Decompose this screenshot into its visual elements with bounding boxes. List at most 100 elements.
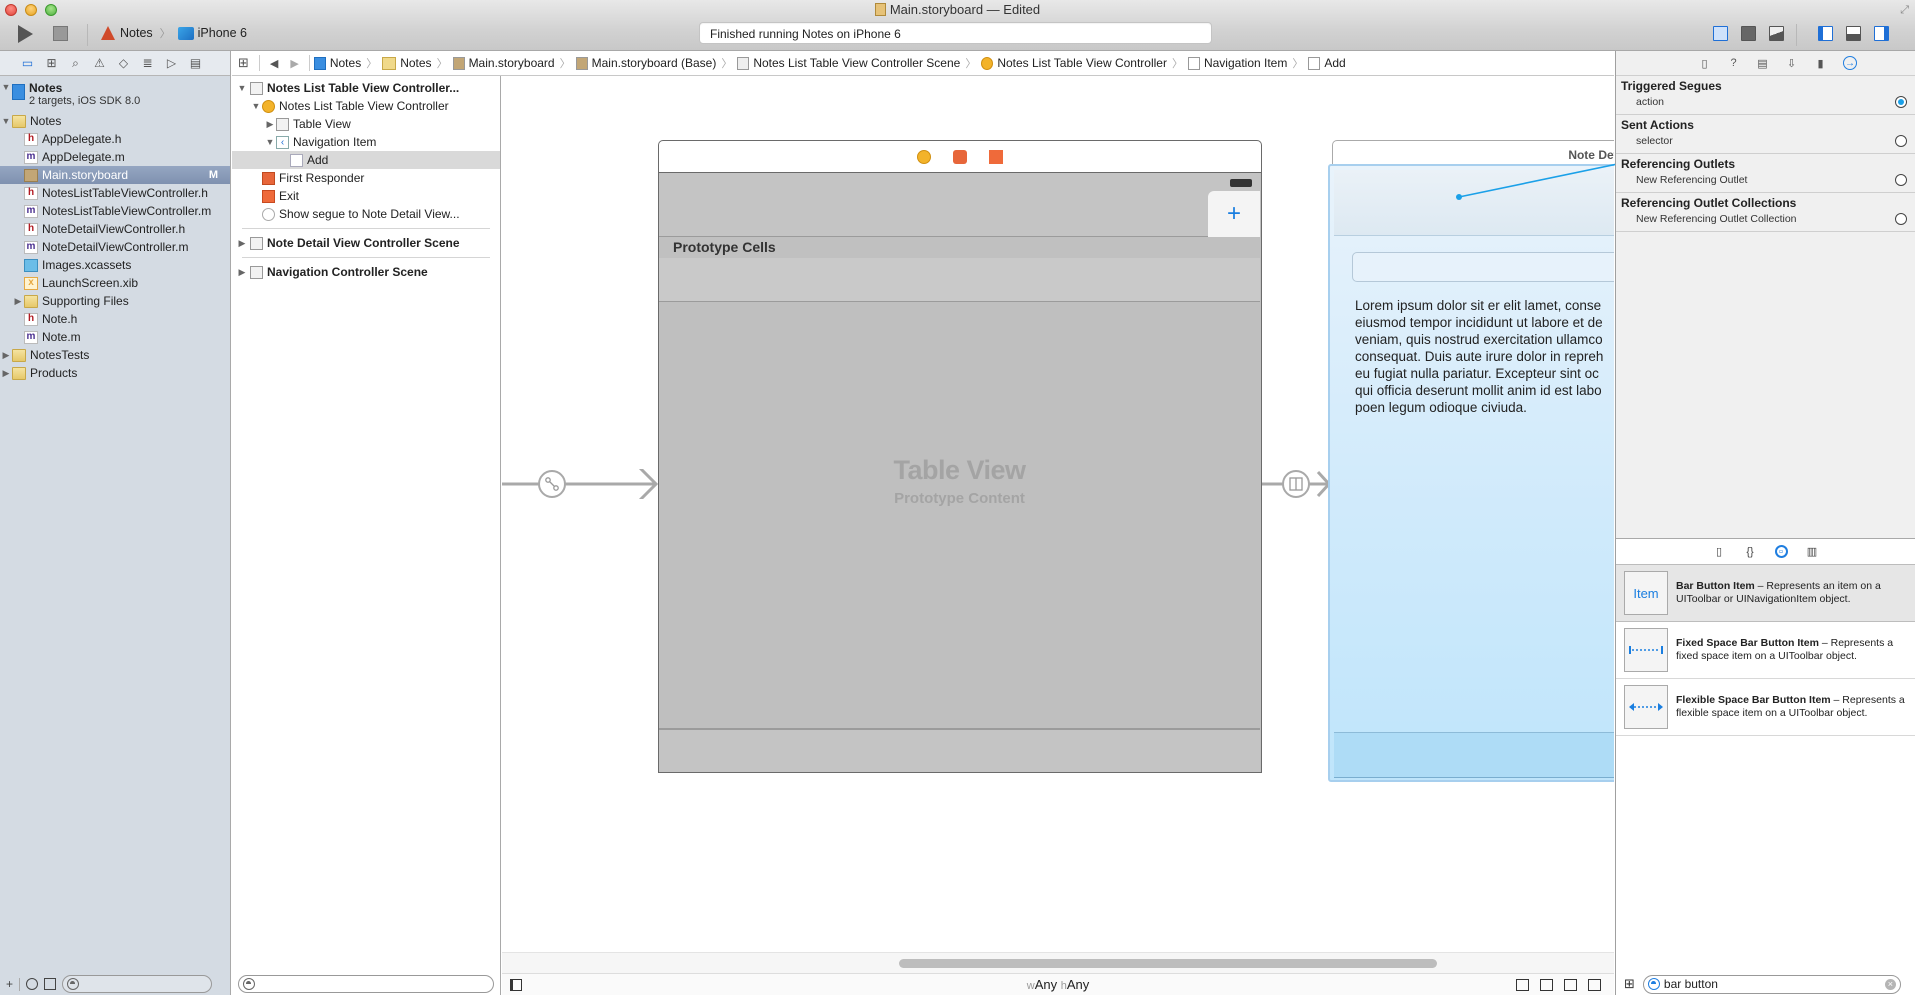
navigator-filter-field[interactable] [62,975,213,993]
scrollbar-thumb[interactable] [899,959,1437,968]
file-tree-item[interactable]: ▶ NotesTests [0,346,230,364]
breadcrumb-item[interactable]: Add [1308,56,1346,70]
file-tree-item[interactable]: h AppDelegate.h [0,130,230,148]
disclosure-closed-icon[interactable]: ▶ [264,119,276,130]
align-icon[interactable] [1540,979,1553,991]
outline-item[interactable]: Add [232,151,500,169]
view-controller-icon[interactable] [917,149,931,164]
relationship-segue-arrow[interactable] [502,469,658,499]
connection-well-icon[interactable] [1895,213,1907,225]
breadcrumb-item[interactable]: Notes List Table View Controller [981,56,1167,70]
disclosure-open-icon[interactable]: ▼ [236,83,248,93]
size-class-selector[interactable]: wAny hAny [502,977,1614,992]
library-item[interactable]: Fixed Space Bar Button Item – Represents… [1616,622,1915,679]
library-search-field[interactable]: × [1642,974,1901,994]
fullscreen-icon[interactable]: ⤢ [1900,4,1909,17]
pin-icon[interactable] [1564,979,1577,991]
first-responder-icon[interactable] [953,149,967,164]
run-button[interactable] [18,25,33,43]
utilities-toggle-icon[interactable] [1874,26,1889,41]
test-navigator-tab-icon[interactable]: ◇ [116,56,131,70]
object-library-tab-icon[interactable]: ▫ [1774,545,1788,558]
identity-inspector-tab-icon[interactable]: ▤ [1756,56,1769,70]
stack-icon[interactable] [1516,979,1529,991]
file-tree-item[interactable]: m AppDelegate.m [0,148,230,166]
add-bar-button-item[interactable]: + [1208,191,1260,237]
go-forward-button[interactable]: ▶ [284,57,304,70]
file-tree-item[interactable]: ▶ Supporting Files [0,292,230,310]
quick-help-tab-icon[interactable]: ? [1727,56,1740,70]
file-inspector-tab-icon[interactable]: ▯ [1698,56,1711,70]
library-search-input[interactable] [1663,977,1864,991]
media-library-tab-icon[interactable]: ▥ [1806,545,1819,558]
connections-inspector-tab-icon[interactable]: → [1843,56,1857,70]
symbol-navigator-tab-icon[interactable]: ⊞ [44,56,59,70]
scheme-selector[interactable]: Notes 〉 iPhone 6 [100,25,247,41]
library-item[interactable]: Item Bar Button Item – Represents an item… [1616,565,1915,622]
size-inspector-tab-icon[interactable]: ▮ [1814,56,1827,70]
attributes-inspector-tab-icon[interactable]: ⇩ [1785,56,1798,70]
connection-well-icon[interactable] [1895,174,1907,186]
file-tree-item[interactable]: h Note.h [0,310,230,328]
breadcrumb-item[interactable]: Notes [313,56,361,70]
disclosure-closed-icon[interactable]: ▶ [12,296,24,307]
outline-filter-field[interactable] [238,975,494,993]
go-back-button[interactable]: ◀ [264,57,284,70]
file-tree-item[interactable]: ▼ Notes [0,112,230,130]
disclosure-open-icon[interactable]: ▼ [264,137,276,147]
library-item[interactable]: Flexible Space Bar Button Item – Represe… [1616,679,1915,736]
bottom-toolbar[interactable] [1334,732,1614,778]
outline-item[interactable]: ▼ ‹ Navigation Item [232,133,500,151]
bottom-toolbar[interactable] [659,728,1260,772]
disclosure-open-icon[interactable]: ▼ [0,116,12,126]
file-template-library-tab-icon[interactable]: ▯ [1713,545,1726,558]
find-navigator-tab-icon[interactable]: ⌕ [68,56,83,70]
disclosure-open-icon[interactable]: ▼ [0,82,12,92]
resolve-auto-layout-icon[interactable] [1588,979,1601,991]
storyboard-canvas[interactable]: + Prototype Cells Table View Prototype C… [502,76,1614,973]
disclosure-closed-icon[interactable]: ▶ [236,267,248,278]
title-text-field[interactable] [1352,252,1614,282]
debug-area-toggle-icon[interactable] [1846,26,1861,41]
outline-scene-note-detail[interactable]: ▶ Note Detail View Controller Scene [232,234,500,252]
horizontal-scrollbar[interactable] [502,952,1614,973]
add-file-icon[interactable]: + [6,977,13,991]
connection-well-icon[interactable] [1895,135,1907,147]
file-tree-item[interactable]: Images.xcassets [0,256,230,274]
file-tree-item[interactable]: m NotesListTableViewController.m [0,202,230,220]
file-tree-item[interactable]: m NoteDetailViewController.m [0,238,230,256]
breakpoint-navigator-tab-icon[interactable]: ▷ [164,56,179,70]
note-detail-scene[interactable]: Note Detail Lorem ipsum dolor sit er eli… [1328,140,1614,782]
disclosure-closed-icon[interactable]: ▶ [236,238,248,249]
navigation-bar[interactable]: + [659,173,1260,237]
issue-navigator-tab-icon[interactable]: ⚠ [92,56,107,70]
recent-files-clock-icon[interactable] [26,978,39,990]
outline-scene-navigation-controller[interactable]: ▶ Navigation Controller Scene [232,263,500,281]
outline-item[interactable]: Exit [232,187,500,205]
file-tree-item[interactable]: x LaunchScreen.xib [0,274,230,292]
debug-navigator-tab-icon[interactable]: ≣ [140,56,155,70]
breadcrumb-item[interactable]: Navigation Item [1187,56,1287,70]
breadcrumb-item[interactable]: Main.storyboard (Base) [575,56,716,70]
standard-editor-icon[interactable] [1713,26,1728,41]
breadcrumb-item[interactable]: Main.storyboard [452,56,555,70]
code-snippet-library-tab-icon[interactable]: {} [1744,545,1757,558]
file-tree-item[interactable]: h NotesListTableViewController.h [0,184,230,202]
notes-list-scene[interactable]: + Prototype Cells Table View Prototype C… [658,140,1262,773]
file-tree-item[interactable]: ▶ Products [0,364,230,382]
breadcrumb-item[interactable]: Notes List Table View Controller Scene [737,56,960,70]
clear-search-icon[interactable]: × [1884,978,1896,990]
disclosure-open-icon[interactable]: ▼ [250,101,262,111]
breadcrumb-item[interactable]: Notes [382,56,432,70]
disclosure-closed-icon[interactable]: ▶ [0,350,12,361]
navigator-toggle-icon[interactable] [1818,26,1833,41]
disclosure-closed-icon[interactable]: ▶ [0,368,12,379]
stop-button[interactable] [53,26,68,41]
outline-scene-notes-list[interactable]: ▼ Notes List Table View Controller... [232,79,500,97]
show-segue-arrow[interactable] [1262,469,1332,499]
outline-item[interactable]: ▶ Table View [232,115,500,133]
connection-well-connected-icon[interactable] [1895,96,1907,108]
outline-item[interactable]: ▼ Notes List Table View Controller [232,97,500,115]
prototype-cell[interactable] [659,258,1260,302]
navigation-bar[interactable] [1334,170,1614,236]
